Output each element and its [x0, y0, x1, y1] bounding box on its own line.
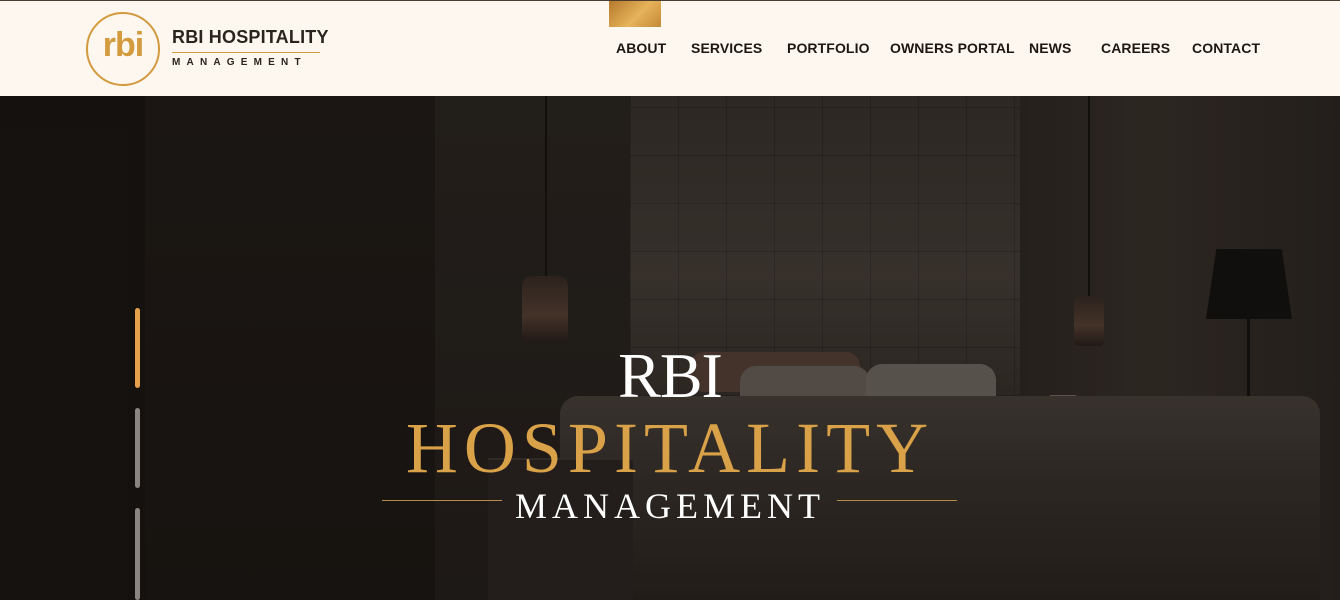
nav-item-owners-portal[interactable]: OWNERS PORTAL: [890, 40, 1015, 56]
nav-active-accent: [609, 1, 661, 27]
hero-tagline: MANAGEMENT: [515, 486, 825, 526]
hero-banner: RBI HOSPITALITY MANAGEMENT: [0, 96, 1340, 600]
hero-title: RBI: [618, 340, 723, 411]
nav-item-news[interactable]: NEWS: [1029, 40, 1071, 56]
nav-item-careers[interactable]: CAREERS: [1101, 40, 1170, 56]
site-header: rbi RBI HOSPITALITY MANAGEMENT ABOUT SER…: [0, 0, 1340, 96]
hero-subtitle: HOSPITALITY: [405, 408, 935, 488]
nav-item-contact[interactable]: CONTACT: [1192, 40, 1260, 56]
nav-item-portfolio[interactable]: PORTFOLIO: [787, 40, 870, 56]
nav-item-about[interactable]: ABOUT: [616, 40, 666, 56]
main-nav: ABOUT SERVICES PORTFOLIO OWNERS PORTAL N…: [0, 40, 1340, 60]
nav-item-services[interactable]: SERVICES: [691, 40, 762, 56]
